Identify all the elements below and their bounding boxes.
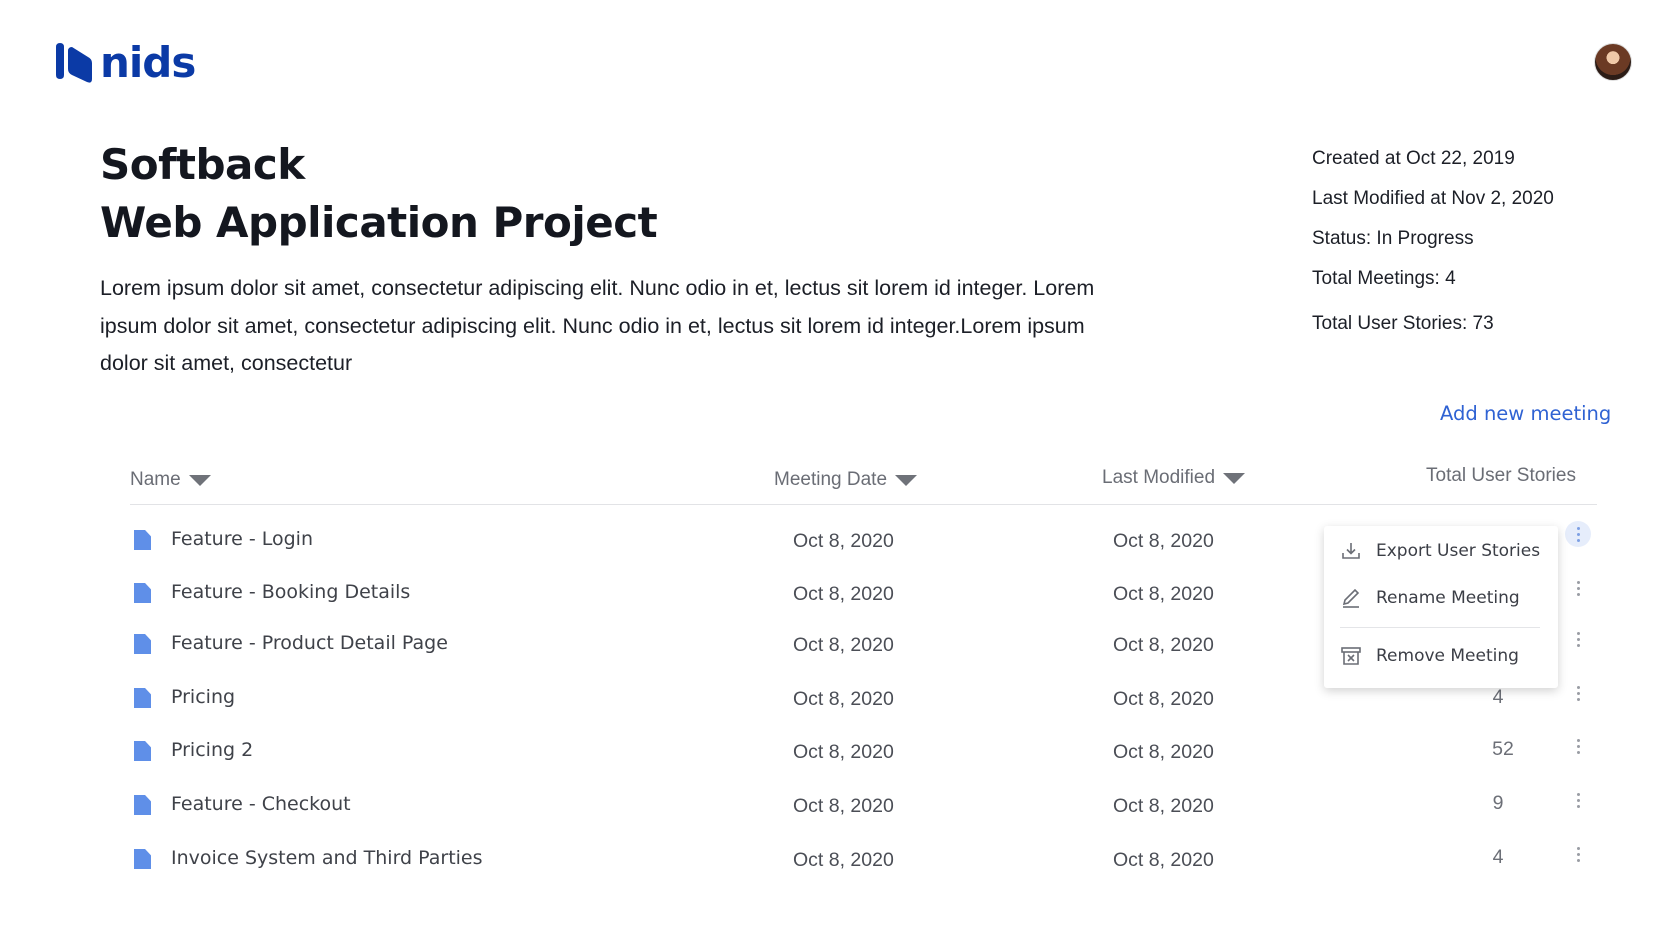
brand-name: nids [100, 38, 196, 87]
column-header-name-label: Name [130, 469, 181, 490]
meeting-name[interactable]: Pricing 2 [171, 739, 253, 761]
meeting-date: Oct 8, 2020 [793, 795, 894, 817]
document-icon [134, 634, 151, 654]
project-title: Softback [100, 140, 305, 189]
meeting-name[interactable]: Feature - Checkout [171, 793, 351, 815]
rename-meeting-label: Rename Meeting [1376, 588, 1520, 608]
sort-caret-icon [895, 474, 918, 486]
more-options-icon[interactable] [1568, 789, 1588, 811]
user-avatar[interactable] [1594, 43, 1632, 81]
project-subtitle: Web Application Project [100, 198, 658, 247]
user-stories-count: 52 [1492, 738, 1514, 760]
export-user-stories-label: Export User Stories [1376, 541, 1541, 561]
table-header-divider [130, 504, 1597, 505]
pencil-icon [1342, 588, 1360, 608]
last-modified-date: Last Modified at Nov 2, 2020 [1312, 188, 1554, 209]
column-header-total-stories[interactable]: Total User Stories [1426, 465, 1576, 487]
document-icon [134, 583, 151, 603]
created-date: Created at Oct 22, 2019 [1312, 148, 1515, 169]
column-header-last-modified[interactable]: Last Modified [1102, 467, 1246, 489]
meeting-name[interactable]: Invoice System and Third Parties [171, 847, 483, 869]
remove-meeting-menu-item[interactable]: Remove Meeting [1340, 645, 1519, 667]
meeting-name[interactable]: Feature - Product Detail Page [171, 632, 448, 654]
document-icon [134, 530, 151, 550]
user-stories-count: 4 [1492, 846, 1504, 868]
last-modified: Oct 8, 2020 [1113, 795, 1214, 817]
document-icon [134, 688, 151, 708]
meeting-name[interactable]: Pricing [171, 686, 235, 708]
menu-divider [1340, 627, 1540, 628]
column-header-name[interactable]: Name [130, 469, 211, 491]
export-user-stories-menu-item[interactable]: Export User Stories [1340, 540, 1540, 562]
column-header-meeting-date[interactable]: Meeting Date [774, 469, 918, 491]
sort-caret-icon [188, 474, 211, 486]
status-text: Status: In Progress [1312, 228, 1474, 249]
document-icon [134, 849, 151, 869]
total-meetings: Total Meetings: 4 [1312, 268, 1456, 289]
download-icon [1342, 543, 1360, 559]
add-new-meeting-link[interactable]: Add new meeting [1440, 402, 1611, 425]
meeting-name[interactable]: Feature - Booking Details [171, 581, 410, 603]
more-options-icon[interactable] [1568, 682, 1588, 704]
last-modified: Oct 8, 2020 [1113, 688, 1214, 710]
total-user-stories: Total User Stories: 73 [1312, 313, 1494, 334]
meeting-date: Oct 8, 2020 [793, 849, 894, 871]
meeting-date: Oct 8, 2020 [793, 688, 894, 710]
more-options-icon[interactable] [1568, 843, 1588, 865]
more-options-icon[interactable] [1568, 735, 1588, 757]
brand-logo[interactable]: nids [54, 38, 196, 87]
logo-icon [56, 42, 92, 83]
meeting-date: Oct 8, 2020 [793, 634, 894, 656]
more-options-icon[interactable] [1565, 521, 1591, 547]
meeting-date: Oct 8, 2020 [793, 741, 894, 763]
last-modified: Oct 8, 2020 [1113, 634, 1214, 656]
column-header-total-stories-label: Total User Stories [1426, 465, 1576, 486]
user-stories-count: 9 [1492, 792, 1504, 814]
meeting-date: Oct 8, 2020 [793, 583, 894, 605]
project-description: Lorem ipsum dolor sit amet, consectetur … [100, 276, 1095, 375]
archive-delete-icon [1341, 647, 1361, 665]
remove-meeting-label: Remove Meeting [1376, 646, 1519, 666]
more-options-icon[interactable] [1568, 577, 1588, 599]
meeting-name[interactable]: Feature - Login [171, 528, 313, 550]
last-modified: Oct 8, 2020 [1113, 583, 1214, 605]
last-modified: Oct 8, 2020 [1113, 741, 1214, 763]
more-options-icon[interactable] [1568, 628, 1588, 650]
row-context-menu: Export User Stories Rename Meeting Remov… [1324, 526, 1558, 688]
last-modified: Oct 8, 2020 [1113, 849, 1214, 871]
column-header-last-modified-label: Last Modified [1102, 467, 1216, 488]
last-modified: Oct 8, 2020 [1113, 530, 1214, 552]
rename-meeting-menu-item[interactable]: Rename Meeting [1340, 587, 1520, 609]
document-icon [134, 741, 151, 761]
user-stories-count: 4 [1492, 686, 1504, 708]
document-icon [134, 795, 151, 815]
meeting-date: Oct 8, 2020 [793, 530, 894, 552]
column-header-meeting-date-label: Meeting Date [774, 469, 888, 490]
sort-caret-icon [1223, 472, 1246, 484]
